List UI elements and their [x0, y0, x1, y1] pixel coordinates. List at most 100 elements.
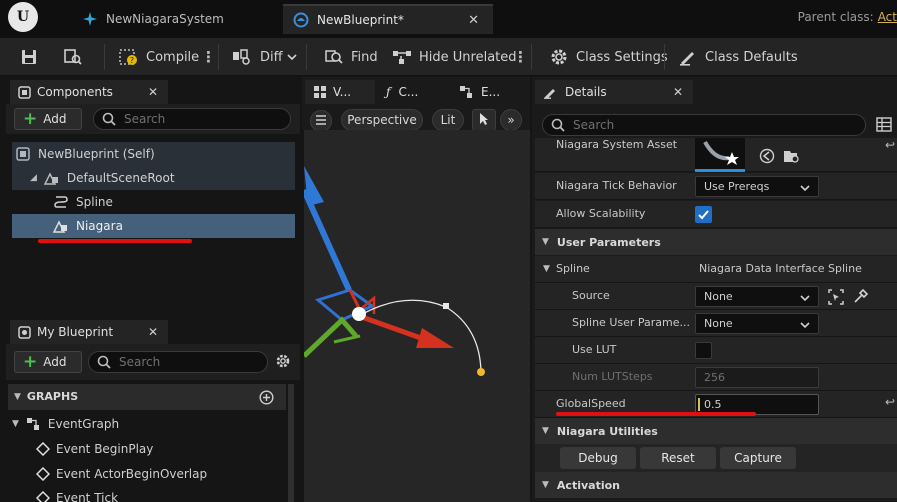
- debug-label: Debug: [578, 451, 618, 465]
- add-graph-icon[interactable]: [259, 390, 274, 408]
- property-label: Allow Scalability: [556, 207, 646, 220]
- details-title: Details: [565, 85, 607, 99]
- tab-new-niagara-system[interactable]: NewNiagaraSystem: [72, 4, 272, 34]
- save-button[interactable]: [18, 46, 46, 68]
- category-user-parameters[interactable]: ▼ User Parameters: [535, 229, 897, 255]
- caret-down-icon[interactable]: ▼: [543, 264, 550, 274]
- tab-event-graph[interactable]: E...: [451, 80, 527, 104]
- niagara-system-icon: [82, 11, 98, 27]
- compile-options-icon[interactable]: ⋮: [201, 48, 216, 66]
- find-button[interactable]: Find: [323, 46, 378, 68]
- self-icon: [14, 146, 32, 162]
- select-mode-button[interactable]: [472, 109, 496, 131]
- tree-item-label: Spline: [76, 195, 113, 209]
- pick-actor-icon[interactable]: [827, 288, 845, 309]
- toolbar-divider: [218, 44, 219, 70]
- graph-item-label: Event ActorBeginOverlap: [56, 467, 208, 481]
- allow-scalability-checkbox[interactable]: [695, 206, 712, 223]
- perspective-button[interactable]: Perspective: [341, 109, 423, 131]
- tree-item-self[interactable]: NewBlueprint (Self): [14, 142, 155, 166]
- details-row-system-asset: Niagara System Asset ↩: [535, 138, 897, 172]
- add-component-button[interactable]: + Add: [14, 108, 82, 130]
- parent-class-link[interactable]: Act: [878, 10, 897, 24]
- lit-button[interactable]: Lit: [432, 109, 464, 131]
- tree-item-niagara[interactable]: Niagara: [52, 214, 123, 238]
- browse-asset-icon[interactable]: [783, 148, 801, 167]
- property-label: GlobalSpeed: [556, 397, 626, 410]
- num-lut-steps-input[interactable]: 256: [695, 367, 819, 388]
- source-dropdown[interactable]: None: [695, 286, 819, 307]
- graph-item-event-graph[interactable]: ▼ EventGraph: [12, 412, 119, 436]
- event-node-icon: [36, 441, 50, 457]
- property-label: Niagara System Asset: [556, 138, 678, 151]
- reset-arrow-icon[interactable]: ↩: [885, 138, 895, 152]
- diff-icon: [232, 47, 254, 67]
- details-search-input[interactable]: Search: [542, 114, 866, 136]
- reset-arrow-icon[interactable]: ↩: [885, 395, 895, 409]
- class-settings-button[interactable]: Class Settings: [548, 46, 668, 68]
- input-value: 0.5: [704, 398, 722, 411]
- graph-item-label: Event BeginPlay: [56, 442, 154, 456]
- tree-item-spline[interactable]: Spline: [52, 190, 113, 214]
- close-icon[interactable]: ✕: [148, 325, 158, 339]
- table-view-icon[interactable]: [876, 117, 892, 135]
- compile-button[interactable]: ? Compile: [118, 46, 199, 68]
- plus-icon: +: [23, 108, 38, 129]
- scrollbar[interactable]: [288, 384, 294, 502]
- add-label: Add: [43, 355, 67, 369]
- close-icon[interactable]: ✕: [468, 13, 479, 28]
- graph-item-event-tick[interactable]: Event Tick: [36, 486, 118, 502]
- details-row-num-lut-steps: Num LUTSteps 256: [535, 364, 897, 391]
- viewport-menu-button[interactable]: [310, 110, 332, 132]
- graph-item-event-begin-play[interactable]: Event BeginPlay: [36, 437, 153, 461]
- use-lut-checkbox[interactable]: [695, 342, 712, 359]
- tab-viewport[interactable]: V...: [305, 80, 375, 104]
- use-selected-icon[interactable]: [759, 148, 775, 167]
- tab-details[interactable]: Details ✕: [535, 80, 693, 104]
- property-label: Use LUT: [572, 343, 617, 356]
- reset-button[interactable]: Reset: [640, 447, 716, 469]
- components-search-input[interactable]: Search: [93, 108, 291, 130]
- details-row-source: Source None: [535, 283, 897, 310]
- viewport-canvas[interactable]: [304, 130, 530, 502]
- my-blueprint-title: My Blueprint: [37, 325, 114, 339]
- my-blueprint-search-input[interactable]: Search: [88, 351, 268, 373]
- find-icon: [323, 47, 345, 67]
- hide-unrelated-options-icon[interactable]: ⋮: [513, 48, 528, 66]
- close-icon[interactable]: ✕: [148, 85, 158, 99]
- graph-item-event-actor-begin-overlap[interactable]: Event ActorBeginOverlap: [36, 462, 207, 486]
- search-placeholder: Search: [124, 112, 166, 126]
- tab-components[interactable]: Components ✕: [10, 80, 168, 104]
- add-label: Add: [43, 112, 67, 126]
- tab-construction-script[interactable]: ƒ C...: [378, 80, 448, 104]
- hide-unrelated-icon: [391, 47, 413, 67]
- capture-button[interactable]: Capture: [720, 447, 796, 469]
- chevron-down-icon: [800, 292, 810, 305]
- tree-item-default-scene-root[interactable]: ◢ DefaultSceneRoot: [30, 166, 175, 190]
- gear-icon[interactable]: [275, 353, 291, 372]
- hide-unrelated-button[interactable]: Hide Unrelated: [391, 46, 517, 68]
- viewport-scene: [304, 166, 485, 376]
- more-options-button[interactable]: »: [500, 109, 522, 131]
- add-my-blueprint-button[interactable]: + Add: [14, 351, 82, 373]
- tab-label: V...: [333, 85, 352, 99]
- asset-thumbnail[interactable]: [695, 138, 745, 172]
- close-icon[interactable]: ✕: [673, 85, 683, 99]
- tab-my-blueprint[interactable]: My Blueprint ✕: [10, 320, 168, 344]
- spline-user-param-dropdown[interactable]: None: [695, 313, 819, 334]
- category-activation[interactable]: ▼ Activation: [535, 472, 897, 498]
- browse-icon: [62, 47, 84, 67]
- diff-button[interactable]: Diff: [232, 46, 297, 68]
- debug-button[interactable]: Debug: [560, 447, 636, 469]
- plus-icon: +: [23, 351, 38, 372]
- browse-button[interactable]: [62, 46, 90, 68]
- diff-label: Diff: [260, 49, 283, 65]
- tab-new-blueprint[interactable]: NewBlueprint* ✕: [283, 4, 493, 34]
- category-niagara-utilities[interactable]: ▼ Niagara Utilities: [535, 418, 897, 444]
- caret-down-icon: ▼: [14, 391, 21, 402]
- components-title: Components: [37, 85, 113, 99]
- class-defaults-button[interactable]: Class Defaults: [677, 46, 798, 68]
- unreal-logo-icon[interactable]: U: [8, 2, 38, 32]
- eyedropper-icon[interactable]: [853, 288, 869, 307]
- tick-behavior-dropdown[interactable]: Use Prereqs: [695, 176, 819, 197]
